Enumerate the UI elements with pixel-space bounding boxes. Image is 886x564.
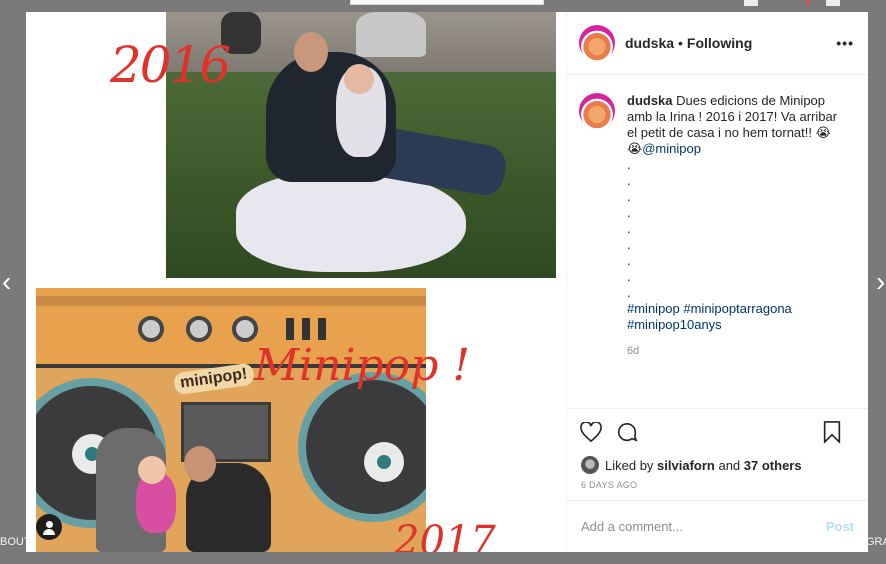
comment-form: Post <box>567 500 868 552</box>
liker-username[interactable]: silviaforn <box>657 458 715 473</box>
caption-hashtags[interactable]: #minipop #minipoptarragona #minipop10any… <box>627 301 842 333</box>
post-comment-button[interactable]: Post <box>826 519 854 534</box>
heart-icon[interactable] <box>579 420 603 444</box>
caption-dot: . <box>627 157 631 172</box>
caption-dot: . <box>627 285 631 300</box>
avatar[interactable] <box>579 25 615 61</box>
caption-dot: . <box>627 221 631 236</box>
background-profile-icon <box>826 0 840 6</box>
likes-summary: Liked by silviaforn and 37 others <box>567 454 868 476</box>
likes-and: and <box>718 457 741 473</box>
likes-others-link[interactable]: 37 others <box>744 458 802 473</box>
caption-dot: . <box>627 205 631 220</box>
caption-dot: . <box>627 269 631 284</box>
next-post-arrow-icon[interactable]: › <box>876 268 886 296</box>
post-date[interactable]: 6 DAYS AGO <box>567 476 868 500</box>
photo-2017: minipop! <box>36 288 426 552</box>
post-media[interactable]: 2016 minipop! Minipop ! 2017 <box>26 12 566 552</box>
comment-icon[interactable] <box>615 420 639 444</box>
header-separator: • <box>678 35 683 51</box>
post-modal: 2016 minipop! Minipop ! 2017 dudska • Fo… <box>26 12 868 552</box>
header-username[interactable]: dudska <box>625 35 674 51</box>
background-notification-dot <box>806 0 809 5</box>
year-2016-label: 2016 <box>110 36 231 94</box>
caption-dot: . <box>627 189 631 204</box>
year-2017-label: 2017 <box>394 518 496 552</box>
caption-dot: . <box>627 253 631 268</box>
caption: dudska Dues edicions de Minipop amb la I… <box>567 75 868 408</box>
caption-dot: . <box>627 173 631 188</box>
caption-age: 6d <box>627 345 640 357</box>
bookmark-icon[interactable] <box>820 420 844 444</box>
background-heart-icon <box>744 0 758 6</box>
liker-avatar[interactable] <box>581 456 599 474</box>
caption-dot: . <box>627 237 631 252</box>
background-search-bar <box>350 0 544 5</box>
likes-prefix: Liked by <box>605 457 654 473</box>
minipop-heading: Minipop ! <box>254 340 471 391</box>
following-button[interactable]: Following <box>687 35 752 51</box>
caption-mention[interactable]: @minipop <box>642 141 701 156</box>
caption-avatar[interactable] <box>579 93 615 129</box>
prev-post-arrow-icon[interactable]: ‹ <box>2 268 22 296</box>
post-side-panel: dudska • Following ••• dudska Dues edici… <box>566 12 868 552</box>
post-header: dudska • Following ••• <box>567 12 868 75</box>
action-bar <box>567 408 868 454</box>
tagged-users-icon[interactable] <box>36 514 62 540</box>
background-right-text: GRA <box>866 536 886 548</box>
more-options-icon[interactable]: ••• <box>836 35 854 51</box>
caption-username[interactable]: dudska <box>627 93 673 108</box>
comment-input[interactable] <box>581 519 826 534</box>
